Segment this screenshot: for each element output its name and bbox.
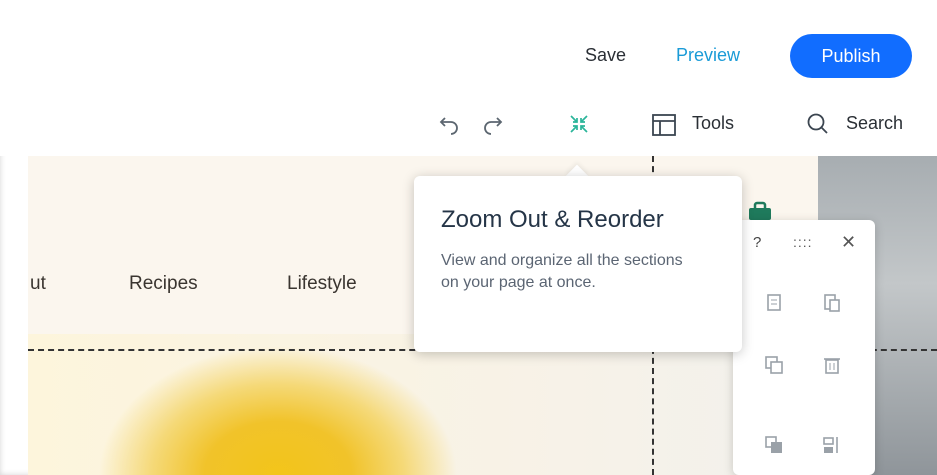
preview-button[interactable]: Preview bbox=[676, 45, 740, 66]
save-button[interactable]: Save bbox=[585, 45, 626, 66]
element-actions-panel: ? :::: ✕ bbox=[733, 220, 875, 475]
publish-button[interactable]: Publish bbox=[790, 34, 912, 78]
copy-icon[interactable] bbox=[763, 292, 785, 314]
site-nav-item-lifestyle[interactable]: Lifestyle bbox=[287, 273, 357, 295]
top-bar: Save Preview Publish bbox=[0, 0, 937, 96]
help-button[interactable]: ? bbox=[753, 234, 761, 251]
site-nav-item-about[interactable]: ut bbox=[30, 273, 46, 295]
tools-button[interactable]: Tools bbox=[692, 113, 734, 134]
zoom-out-reorder-icon[interactable] bbox=[567, 112, 591, 136]
close-panel-button[interactable]: ✕ bbox=[841, 232, 856, 253]
editor-toolbar: Tools Search bbox=[0, 96, 937, 156]
redo-icon[interactable] bbox=[481, 112, 505, 136]
tooltip-description: View and organize all the sections on yo… bbox=[441, 252, 683, 291]
undo-icon[interactable] bbox=[437, 112, 461, 136]
site-nav-item-recipes[interactable]: Recipes bbox=[129, 273, 198, 295]
paste-icon[interactable] bbox=[821, 292, 843, 314]
duplicate-icon[interactable] bbox=[763, 354, 785, 376]
tooltip-title: Zoom Out & Reorder bbox=[441, 206, 664, 233]
editor-window: Save Preview Publish Tools Search ut Rec… bbox=[0, 0, 937, 475]
search-icon[interactable] bbox=[806, 112, 830, 136]
search-button[interactable]: Search bbox=[846, 113, 903, 134]
element-handle-icon[interactable] bbox=[746, 200, 774, 222]
drag-handle[interactable]: :::: bbox=[793, 234, 813, 250]
delete-icon[interactable] bbox=[821, 354, 843, 376]
tools-icon[interactable] bbox=[651, 112, 677, 138]
arrange-icon[interactable] bbox=[821, 434, 843, 456]
move-forward-icon[interactable] bbox=[763, 434, 785, 456]
zoom-out-reorder-tooltip: Zoom Out & Reorder View and organize all… bbox=[414, 176, 742, 352]
